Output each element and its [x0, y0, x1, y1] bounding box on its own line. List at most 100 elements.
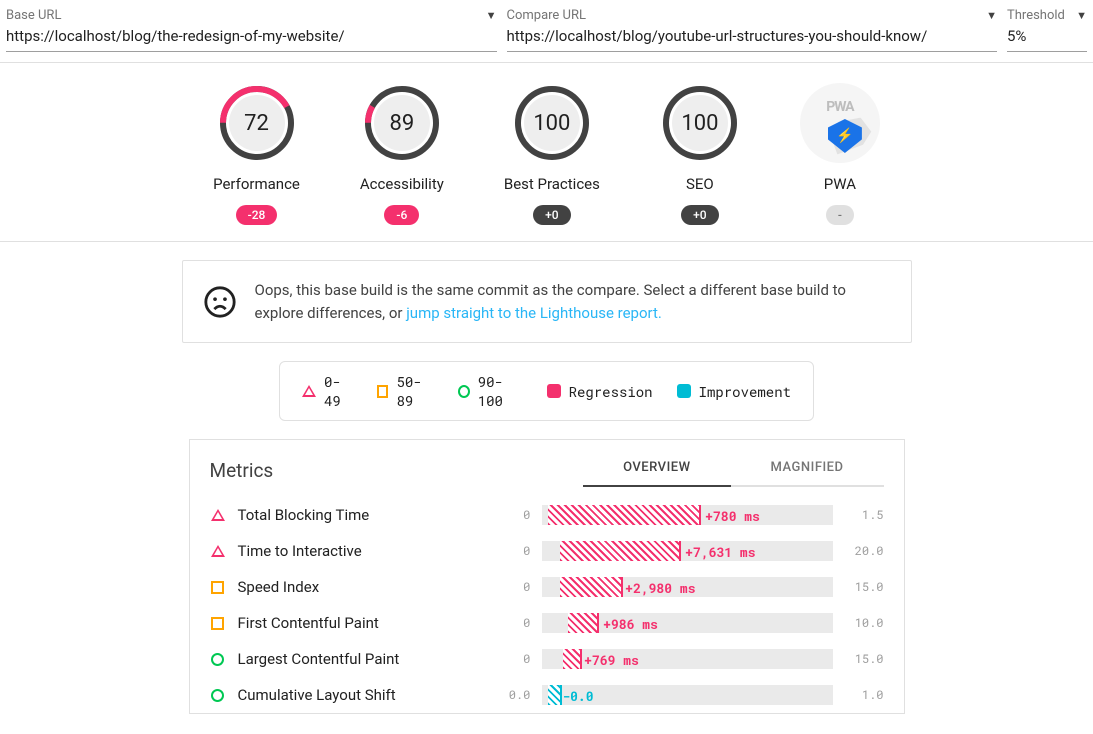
circle-icon	[211, 689, 224, 702]
gauge-delta-badge: -28	[236, 205, 278, 225]
gauge-delta-badge: +0	[533, 205, 570, 225]
square-icon	[211, 581, 224, 594]
gauge-score: 100	[512, 83, 592, 163]
gauge-label: SEO	[686, 175, 714, 193]
metric-bar: +7,631 ms	[542, 541, 832, 561]
metric-delta: -0.0	[562, 687, 593, 705]
metric-min: 0.0	[501, 687, 530, 703]
gauge-score: 72	[217, 83, 297, 163]
metric-name: Total Blocking Time	[238, 506, 490, 524]
metric-name: Time to Interactive	[238, 542, 490, 560]
legend-90-100: 90-100	[458, 372, 523, 410]
metric-min: 0	[501, 543, 530, 559]
circle-icon	[458, 385, 470, 398]
threshold-label: Threshold	[1007, 8, 1065, 23]
metric-delta: +986 ms	[603, 615, 658, 633]
metric-min: 0	[501, 507, 530, 523]
metric-bar: +2,980 ms	[542, 577, 832, 597]
metric-min: 0	[501, 651, 530, 667]
lighthouse-report-link[interactable]: jump straight to the Lighthouse report.	[406, 304, 662, 322]
gauge-performance: 72 Performance -28	[213, 83, 300, 225]
alert-box: Oops, this base build is the same commit…	[182, 260, 912, 343]
gauge-ring: 89	[362, 83, 442, 163]
metric-delta: +7,631 ms	[685, 543, 755, 561]
legend-regression: Regression	[547, 382, 653, 401]
improvement-swatch-icon	[677, 384, 691, 398]
metric-min: 0	[501, 579, 530, 595]
tab-magnified[interactable]: MAGNIFIED	[731, 454, 884, 487]
metric-max: 1.5	[845, 507, 884, 523]
square-icon	[377, 385, 389, 398]
metric-name: Largest Contentful Paint	[238, 650, 490, 668]
gauge-delta-badge: -	[826, 205, 854, 225]
gauge-delta-badge: +0	[681, 205, 718, 225]
gauge-pwa: PWA⚡ PWA -	[800, 83, 880, 225]
metric-max: 10.0	[845, 615, 884, 631]
gauge-score: 100	[660, 83, 740, 163]
gauge-ring: 100	[512, 83, 592, 163]
triangle-icon	[211, 545, 225, 557]
metric-bar: -0.0	[542, 685, 832, 705]
triangle-icon	[302, 385, 316, 397]
metric-delta: +2,980 ms	[625, 579, 695, 597]
pwa-icon: PWA⚡	[800, 83, 880, 163]
tab-overview[interactable]: OVERVIEW	[583, 454, 730, 487]
chevron-down-icon: ▼	[986, 9, 997, 22]
triangle-icon	[211, 509, 225, 521]
compare-url-label: Compare URL	[507, 8, 587, 23]
metric-name: Cumulative Layout Shift	[238, 686, 490, 704]
metric-bar: +780 ms	[542, 505, 832, 525]
metric-min: 0	[501, 615, 530, 631]
metric-row: Cumulative Layout Shift 0.0 -0.0 1.0	[190, 677, 904, 713]
metric-delta: +780 ms	[705, 507, 760, 525]
metric-row: Largest Contentful Paint 0 +769 ms 15.0	[190, 641, 904, 677]
circle-icon	[211, 653, 224, 666]
metrics-tabs: OVERVIEW MAGNIFIED	[583, 454, 883, 487]
gauge-ring: 100	[660, 83, 740, 163]
threshold-value[interactable]: 5%	[1007, 25, 1087, 51]
base-url-field[interactable]: Base URL ▼ https://localhost/blog/the-red…	[6, 8, 497, 52]
metric-max: 1.0	[845, 687, 884, 703]
gauge-label: PWA	[824, 175, 856, 193]
metric-name: First Contentful Paint	[238, 614, 490, 632]
chevron-down-icon: ▼	[1076, 9, 1087, 22]
metric-max: 15.0	[845, 579, 884, 595]
alert-text: Oops, this base build is the same commit…	[255, 279, 891, 324]
legend-0-49: 0-49	[302, 372, 353, 410]
compare-url-value[interactable]: https://localhost/blog/youtube-url-struc…	[507, 25, 998, 51]
legend-50-89: 50-89	[377, 372, 434, 410]
gauge-ring: 72	[217, 83, 297, 163]
gauge-label: Best Practices	[504, 175, 600, 193]
gauge-row: 72 Performance -28 89 Accessibility -6 100…	[0, 63, 1093, 242]
sad-face-icon	[203, 285, 237, 319]
base-url-value[interactable]: https://localhost/blog/the-redesign-of-m…	[6, 25, 497, 51]
metric-delta: +769 ms	[584, 651, 639, 669]
metrics-title: Metrics	[210, 459, 510, 482]
regression-swatch-icon	[547, 384, 561, 398]
chevron-down-icon: ▼	[486, 9, 497, 22]
compare-url-field[interactable]: Compare URL ▼ https://localhost/blog/yout…	[507, 8, 998, 52]
metric-row: Speed Index 0 +2,980 ms 15.0	[190, 569, 904, 605]
gauge-delta-badge: -6	[384, 205, 419, 225]
metrics-panel: Metrics OVERVIEW MAGNIFIED Total Blockin…	[189, 439, 905, 714]
base-url-label: Base URL	[6, 8, 61, 23]
metric-max: 15.0	[845, 651, 884, 667]
square-icon	[211, 617, 224, 630]
metric-name: Speed Index	[238, 578, 490, 596]
gauge-label: Performance	[213, 175, 300, 193]
legend-improvement: Improvement	[677, 382, 791, 401]
url-header: Base URL ▼ https://localhost/blog/the-red…	[0, 0, 1093, 63]
metric-row: Total Blocking Time 0 +780 ms 1.5	[190, 497, 904, 533]
threshold-field[interactable]: Threshold ▼ 5%	[1007, 8, 1087, 52]
legend-box: 0-49 50-89 90-100 Regression Improvement	[279, 361, 814, 421]
metric-bar: +986 ms	[542, 613, 832, 633]
metric-row: First Contentful Paint 0 +986 ms 10.0	[190, 605, 904, 641]
gauge-best-practices: 100 Best Practices +0	[504, 83, 600, 225]
metric-bar: +769 ms	[542, 649, 832, 669]
gauge-label: Accessibility	[360, 175, 444, 193]
metric-max: 20.0	[845, 543, 884, 559]
gauge-accessibility: 89 Accessibility -6	[360, 83, 444, 225]
gauge-seo: 100 SEO +0	[660, 83, 740, 225]
gauge-score: 89	[362, 83, 442, 163]
metric-row: Time to Interactive 0 +7,631 ms 20.0	[190, 533, 904, 569]
